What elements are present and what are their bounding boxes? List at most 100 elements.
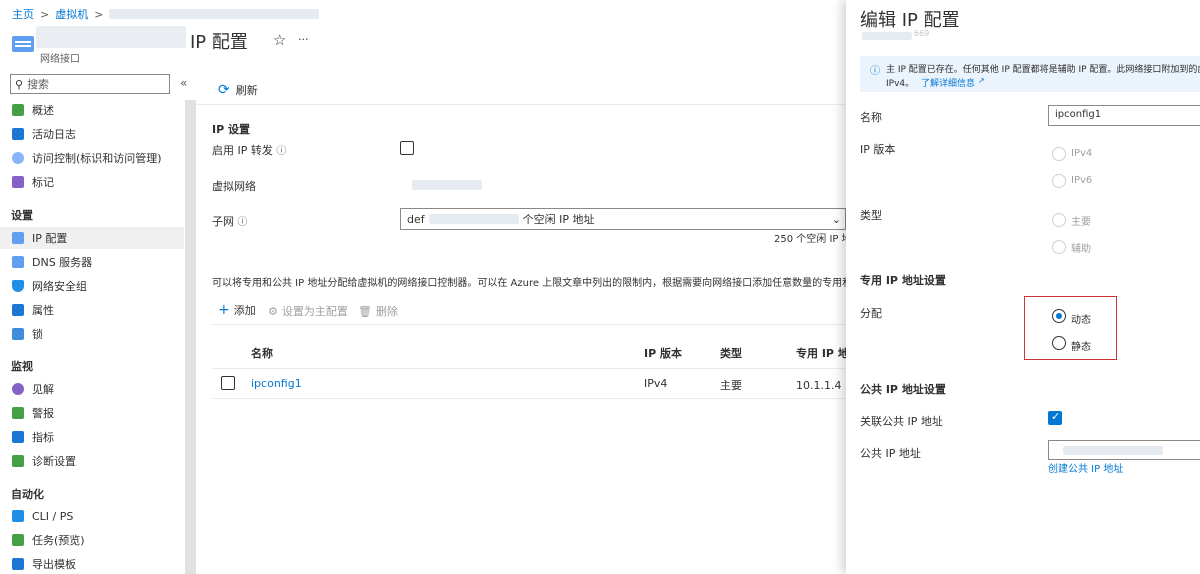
ipver-label: IP 版本 xyxy=(860,143,896,156)
refresh-icon: ⟳ xyxy=(218,82,230,98)
ipv6-label: IPv6 xyxy=(1071,175,1093,186)
title-redacted xyxy=(36,26,186,48)
search-input[interactable]: 搜索 xyxy=(27,76,49,92)
sidebar-item-metrics[interactable]: 指标 xyxy=(12,426,184,448)
page-subtitle: 网络接口 xyxy=(40,54,80,65)
sidebar-item-export[interactable]: 导出模板 xyxy=(12,553,184,574)
nav-section-settings: 设置 xyxy=(11,209,33,222)
row-type: 主要 xyxy=(720,379,742,392)
external-link-icon: ↗ xyxy=(978,76,985,85)
breadcrumb: 主页 > 虚拟机 > xyxy=(12,6,320,22)
sidebar-item-locks[interactable]: 锁 xyxy=(12,323,184,345)
ip-settings-heading: IP 设置 xyxy=(212,123,250,136)
sidebar-item-properties[interactable]: 属性 xyxy=(12,299,184,321)
collapse-nav-icon[interactable]: « xyxy=(180,76,187,90)
diagnostics-icon xyxy=(12,455,24,467)
primary-radio[interactable] xyxy=(1052,213,1066,227)
export-icon xyxy=(12,558,24,570)
row-name-link[interactable]: ipconfig1 xyxy=(251,377,302,390)
resource-icon xyxy=(12,36,34,52)
sidebar-item-tags[interactable]: 标记 xyxy=(12,171,184,193)
assoc-public-ip-checkbox[interactable]: ✓ xyxy=(1048,410,1062,425)
chevron-down-icon: ⌄ xyxy=(831,212,841,226)
properties-icon xyxy=(12,304,24,316)
row-checkbox[interactable] xyxy=(221,376,235,390)
info-text: 主 IP 配置已存在。任何其他 IP 配置都将是辅助 IP 配置。此网络接口附加… xyxy=(886,65,1200,75)
sidebar-item-alerts[interactable]: 警报 xyxy=(12,402,184,424)
secondary-label: 辅助 xyxy=(1071,244,1091,255)
sidebar-item-iam[interactable]: 访问控制(标识和访问管理) xyxy=(12,147,184,169)
nav-section-automation: 自动化 xyxy=(11,488,44,501)
name-input[interactable]: ipconfig1 xyxy=(1048,105,1200,126)
edit-panel: 编辑 IP 配置 669 ⓘ 主 IP 配置已存在。任何其他 IP 配置都将是辅… xyxy=(846,0,1200,574)
add-button[interactable]: + 添加 xyxy=(218,302,256,318)
learn-more-link[interactable]: 了解详细信息 xyxy=(921,76,975,89)
info-icon: ⓘ xyxy=(870,66,880,77)
vnet-label: 虚拟网络 xyxy=(212,180,256,193)
alert-icon xyxy=(12,407,24,419)
refresh-button[interactable]: ⟳ 刷新 xyxy=(218,82,258,98)
activity-log-icon xyxy=(12,128,24,140)
info-icon: ⓘ xyxy=(237,217,248,228)
breadcrumb-redacted[interactable] xyxy=(109,9,320,19)
sidebar-item-insights[interactable]: 见解 xyxy=(12,378,184,400)
ip-forward-label: 启用 IP 转发 ⓘ xyxy=(212,144,287,157)
public-ip-redacted xyxy=(1063,446,1163,455)
favorite-star-icon[interactable]: ☆ xyxy=(273,31,286,49)
sidebar-item-cli[interactable]: CLI / PS xyxy=(12,505,184,527)
subnet-dropdown[interactable]: def 个空闲 IP 地址 ⌄ xyxy=(400,208,846,230)
table-row[interactable]: ipconfig1 IPv4 主要 10.1.1.4 (动 xyxy=(212,369,860,399)
static-radio[interactable] xyxy=(1052,336,1066,350)
dynamic-radio[interactable] xyxy=(1052,309,1066,323)
info-banner: ⓘ 主 IP 配置已存在。任何其他 IP 配置都将是辅助 IP 配置。此网络接口… xyxy=(860,56,1200,92)
metrics-icon xyxy=(12,431,24,443)
lock-icon xyxy=(12,328,24,340)
secondary-radio[interactable] xyxy=(1052,240,1066,254)
name-label: 名称 xyxy=(860,111,882,124)
tasks-icon xyxy=(12,534,24,546)
ipv4-radio[interactable] xyxy=(1052,147,1066,161)
ip-forward-checkbox[interactable] xyxy=(400,141,414,155)
breadcrumb-vm[interactable]: 虚拟机 xyxy=(55,6,88,22)
col-type: 类型 xyxy=(720,347,742,360)
info-text-line2: IPv4。 xyxy=(886,79,915,89)
info-icon: ⓘ xyxy=(276,146,287,157)
sidebar-item-nsg[interactable]: 网络安全组 xyxy=(12,275,184,297)
subnet-free-count: 250 个空闲 IP 地 xyxy=(774,234,852,245)
assoc-public-ip-label: 关联公共 IP 地址 xyxy=(860,415,943,428)
sidebar-item-dns[interactable]: DNS 服务器 xyxy=(12,251,184,273)
public-ip-section-heading: 公共 IP 地址设置 xyxy=(860,383,946,396)
dynamic-label: 动态 xyxy=(1071,315,1091,326)
sidebar-item-activity-log[interactable]: 活动日志 xyxy=(12,123,184,145)
ip-config-icon xyxy=(12,232,24,244)
toolbar-divider xyxy=(196,104,846,105)
col-ipver: IP 版本 xyxy=(644,347,682,360)
public-ip-dropdown[interactable] xyxy=(1048,440,1200,460)
more-icon[interactable]: ··· xyxy=(298,33,309,46)
sidebar-item-overview[interactable]: 概述 xyxy=(12,99,184,121)
add-icon: + xyxy=(218,302,230,318)
ipv4-label: IPv4 xyxy=(1071,148,1093,159)
create-public-ip-link[interactable]: 创建公共 IP 地址 xyxy=(1048,460,1123,475)
insights-icon xyxy=(12,383,24,395)
ipv6-radio[interactable] xyxy=(1052,174,1066,188)
sidebar-item-ip-config[interactable]: IP 配置 xyxy=(0,227,184,249)
set-primary-button[interactable]: ⚙ 设置为主配置 xyxy=(268,303,348,319)
iam-icon xyxy=(12,152,24,164)
search-box[interactable]: ⚲ 搜索 xyxy=(10,74,170,94)
panel-subtitle: 669 xyxy=(914,29,930,38)
overview-icon xyxy=(12,104,24,116)
breadcrumb-home[interactable]: 主页 xyxy=(12,6,34,22)
vnet-value-redacted[interactable] xyxy=(412,180,482,190)
subnet-redacted xyxy=(428,214,519,224)
delete-button[interactable]: 🗑 删除 xyxy=(358,303,398,319)
sidebar-item-diagnostics[interactable]: 诊断设置 xyxy=(12,450,184,472)
checkmark-icon: ✓ xyxy=(1051,410,1061,423)
trash-icon: 🗑 xyxy=(358,304,372,318)
nav-scrollbar[interactable] xyxy=(185,100,196,574)
description-text: 可以将专用和公共 IP 地址分配给虚拟机的网络接口控制器。可以在 Azure 上… xyxy=(212,278,846,289)
cli-icon xyxy=(12,510,24,522)
shield-icon xyxy=(12,280,24,292)
sidebar-item-tasks[interactable]: 任务(预览) xyxy=(12,529,184,551)
public-ip-label: 公共 IP 地址 xyxy=(860,447,921,460)
